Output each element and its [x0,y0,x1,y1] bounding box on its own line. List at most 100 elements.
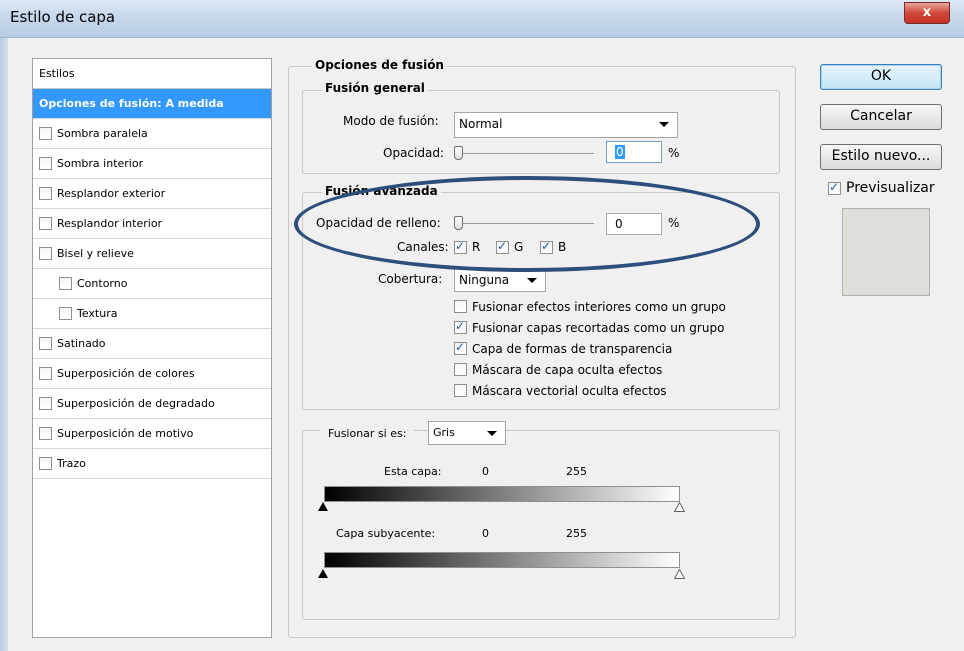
channel-g[interactable]: G [496,239,524,254]
channel-g-checkbox[interactable] [496,239,509,254]
chevron-down-icon [487,431,497,436]
style-item-label: Resplandor interior [57,216,163,230]
channel-r-checkbox[interactable] [454,239,467,254]
opacity-unit: % [668,146,680,160]
advanced-option-label: Fusionar efectos interiores como un grup… [472,299,726,314]
style-item-label: Superposición de colores [57,366,195,380]
advanced-option-label: Máscara vectorial oculta efectos [472,383,667,398]
preview-option[interactable]: Previsualizar [828,180,935,196]
style-item-label: Sombra interior [57,156,144,170]
close-button[interactable]: x [904,2,950,24]
style-item-checkbox[interactable] [39,367,52,380]
underlying-gradient [324,552,680,568]
knockout-select[interactable]: Ninguna [454,268,546,292]
style-item[interactable]: Satinado [33,329,271,359]
blend-if-group [302,430,780,620]
style-item-checkbox[interactable] [39,337,52,350]
advanced-option[interactable]: Fusionar capas recortadas como un grupo [454,317,726,338]
fill-opacity-unit: % [668,216,680,230]
style-item-checkbox[interactable] [39,247,52,260]
underlying-label: Capa subyacente: [336,527,436,540]
style-item-checkbox[interactable] [39,457,52,470]
style-item-label: Bisel y relieve [57,246,134,260]
style-item-checkbox[interactable] [39,127,52,140]
advanced-option[interactable]: Máscara vectorial oculta efectos [454,380,726,401]
advanced-option[interactable]: Capa de formas de transparencia [454,338,726,359]
style-item-label: Sombra paralela [57,126,148,140]
style-item-checkbox[interactable] [39,427,52,440]
advanced-option-checkbox[interactable] [454,363,467,376]
opacity-slider-track[interactable] [458,153,594,154]
fill-opacity-slider-track[interactable] [458,223,594,224]
blend-mode-label: Modo de fusión: [343,114,439,128]
fill-opacity-input[interactable]: 0 [606,213,662,235]
style-item[interactable]: Resplandor exterior [33,179,271,209]
style-item[interactable]: Opciones de fusión: A medida [33,89,271,119]
advanced-option[interactable]: Máscara de capa oculta efectos [454,359,726,380]
style-item-checkbox[interactable] [39,397,52,410]
style-item-checkbox[interactable] [39,157,52,170]
chevron-down-icon [659,122,669,127]
blend-options-title: Opciones de fusión [312,58,447,72]
fill-opacity-slider-thumb[interactable] [454,216,463,230]
style-item-label: Textura [77,306,118,320]
new-style-button[interactable]: Estilo nuevo... [820,144,942,170]
advanced-options-list: Fusionar efectos interiores como un grup… [454,296,726,401]
style-item[interactable]: Contorno [33,269,271,299]
cancel-button[interactable]: Cancelar [820,104,942,130]
style-item-label: Opciones de fusión: A medida [39,96,224,110]
advanced-option-label: Fusionar capas recortadas como un grupo [472,320,725,335]
style-item[interactable]: Superposición de motivo [33,419,271,449]
channel-r[interactable]: R [454,239,481,254]
channel-b-checkbox[interactable] [540,239,553,254]
style-item[interactable]: Sombra paralela [33,119,271,149]
advanced-option-checkbox[interactable] [454,319,467,334]
channel-r-label: R [472,240,481,254]
style-item-label: Superposición de motivo [57,426,194,440]
opacity-label: Opacidad: [383,146,444,160]
fill-opacity-value: 0 [615,217,623,231]
channel-b[interactable]: B [540,239,566,254]
advanced-option-checkbox[interactable] [454,384,467,397]
this-layer-gradient [324,486,680,502]
underlying-black-slider[interactable] [318,569,328,578]
style-item[interactable]: Bisel y relieve [33,239,271,269]
style-item-checkbox[interactable] [39,217,52,230]
opacity-value: 0 [615,145,625,159]
style-item-checkbox[interactable] [59,307,72,320]
blend-if-select[interactable]: Gris [428,421,506,445]
blend-if-value: Gris [433,426,455,439]
underlying-white-slider[interactable] [674,569,685,579]
advanced-option-checkbox[interactable] [454,300,467,313]
this-layer-black-slider[interactable] [318,502,328,511]
advanced-option[interactable]: Fusionar efectos interiores como un grup… [454,296,726,317]
style-item[interactable]: Textura [33,299,271,329]
styles-list-header[interactable]: Estilos [33,59,271,89]
channel-g-label: G [514,240,524,254]
style-item[interactable]: Superposición de degradado [33,389,271,419]
style-item-label: Satinado [57,336,106,350]
style-item[interactable]: Resplandor interior [33,209,271,239]
style-item-checkbox[interactable] [39,187,52,200]
style-item[interactable]: Superposición de colores [33,359,271,389]
style-item[interactable]: Trazo [33,449,271,479]
preview-checkbox[interactable] [828,180,841,195]
blend-mode-value: Normal [459,117,503,131]
style-item[interactable]: Sombra interior [33,149,271,179]
advanced-option-checkbox[interactable] [454,340,467,355]
opacity-slider-thumb[interactable] [454,146,463,160]
this-layer-white-slider[interactable] [674,502,685,512]
window-frame-left [0,38,8,651]
style-item-checkbox[interactable] [59,277,72,290]
general-blending-title: Fusión general [322,81,428,95]
ok-button[interactable]: OK [820,64,942,90]
style-item-label: Trazo [57,456,86,470]
advanced-blending-title: Fusión avanzada [322,184,441,198]
blend-mode-select[interactable]: Normal [454,112,678,138]
window-title: Estilo de capa [10,8,116,26]
advanced-option-label: Capa de formas de transparencia [472,341,673,356]
style-item-label: Superposición de degradado [57,396,215,410]
opacity-input[interactable]: 0 [606,141,662,163]
underlying-min: 0 [482,527,489,540]
channels-label: Canales: [397,240,449,254]
